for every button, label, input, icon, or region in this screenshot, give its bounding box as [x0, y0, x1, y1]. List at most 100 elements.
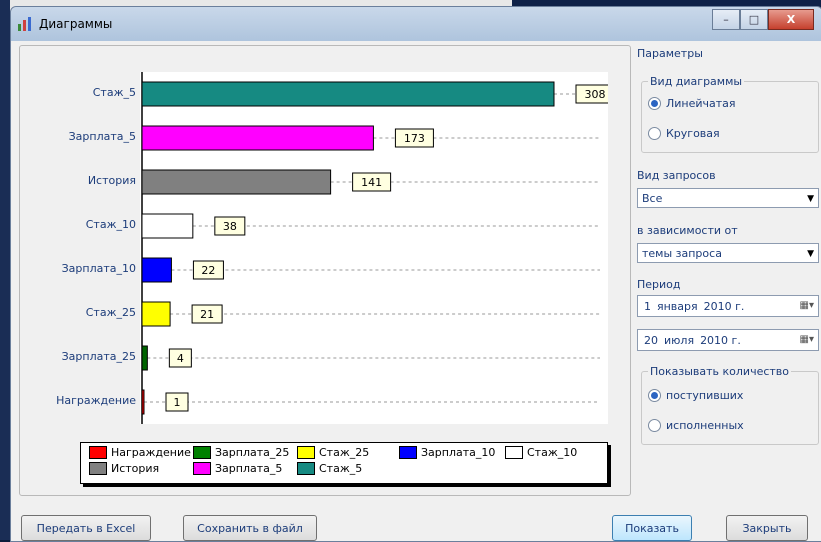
legend-label: Стаж_10 — [527, 446, 578, 459]
date-to-day: 20 — [644, 333, 658, 347]
dialog-client-area: Стаж_5 Зарплата_5 История Стаж_10 Зарплата_1… — [11, 41, 821, 541]
radio-completed-label: исполненных — [666, 419, 744, 432]
bar-История — [141, 169, 332, 195]
chart-type-group: Вид диаграммы Линейчатая Круговая — [641, 75, 819, 153]
chart-app-icon — [18, 17, 31, 31]
radio-bar-chart[interactable]: Линейчатая — [648, 97, 736, 110]
depends-on-value: темы запроса — [642, 246, 722, 260]
save-file-button[interactable]: Сохранить в файл — [183, 515, 317, 541]
bar-Зарплата_5 — [141, 125, 374, 151]
show-count-group: Показывать количество поступивших исполн… — [641, 365, 819, 445]
close-button[interactable]: Закрыть — [726, 515, 808, 541]
data-label: 22 — [201, 264, 215, 277]
bar-Награждение — [141, 389, 145, 415]
date-to-picker[interactable]: 20 июля 2010 г. ▦▾ — [637, 329, 819, 351]
category-label: Стаж_25 — [85, 306, 136, 319]
legend-item: Зарплата_5 — [193, 462, 282, 475]
data-label: 21 — [200, 308, 214, 321]
legend-item: История — [89, 462, 159, 475]
period-label: Период — [637, 278, 681, 291]
radio-selected-icon — [648, 97, 661, 110]
legend-label: Зарплата_25 — [215, 446, 290, 459]
legend-label: История — [111, 462, 160, 475]
radio-bar-label: Линейчатая — [666, 97, 736, 110]
bar-Стаж_25 — [141, 301, 171, 327]
legend-swatch — [297, 462, 315, 475]
title-bar[interactable]: Диаграммы – □ X — [11, 7, 821, 41]
background-window-edge — [0, 0, 10, 540]
radio-received[interactable]: поступивших — [648, 389, 743, 402]
legend-swatch — [193, 446, 211, 459]
legend-label: Стаж_25 — [319, 446, 370, 459]
legend-item: Стаж_10 — [505, 446, 577, 459]
radio-pie-label: Круговая — [666, 127, 720, 140]
radio-selected-icon — [648, 389, 661, 402]
bar-chart: 308 173 141 38 22 21 4 1 — [141, 72, 615, 424]
radio-completed[interactable]: исполненных — [648, 419, 744, 432]
query-type-select[interactable]: Все ▼ — [637, 188, 819, 208]
radio-unselected-icon — [648, 127, 661, 140]
plot-area: 308 173 141 38 22 21 4 1 — [140, 72, 615, 424]
show-count-title: Показывать количество — [648, 365, 792, 378]
parameters-panel: Параметры Вид диаграммы Линейчатая Круго… — [637, 41, 821, 511]
legend-swatch — [399, 446, 417, 459]
legend-label: Стаж_5 — [319, 462, 363, 475]
bar-Зарплата_10 — [141, 257, 172, 283]
radio-unselected-icon — [648, 419, 661, 432]
legend-swatch — [193, 462, 211, 475]
category-label: История — [87, 174, 136, 187]
window-title: Диаграммы — [39, 17, 113, 31]
date-from-picker[interactable]: 1 января 2010 г. ▦▾ — [637, 295, 819, 317]
bar-Зарплата_25 — [141, 345, 148, 371]
bar-Стаж_10 — [141, 213, 194, 239]
radio-pie-chart[interactable]: Круговая — [648, 127, 720, 140]
data-label: 4 — [177, 352, 184, 365]
data-label: 173 — [404, 132, 425, 145]
data-label: 308 — [585, 88, 606, 101]
radio-received-label: поступивших — [666, 389, 744, 402]
legend-item: Зарплата_25 — [193, 446, 289, 459]
maximize-button[interactable]: □ — [740, 9, 768, 30]
category-label: Стаж_10 — [85, 218, 136, 231]
category-label: Награждение — [56, 394, 136, 407]
legend-swatch — [505, 446, 523, 459]
date-from-month: января — [657, 299, 698, 313]
legend-item: Награждение — [89, 446, 191, 459]
legend-item: Зарплата_10 — [399, 446, 495, 459]
chart-legend: Награждение Зарплата_25 Стаж_25 Зарплата_10… — [80, 442, 608, 484]
date-to-year: 2010 г. — [700, 333, 741, 347]
legend-swatch — [89, 446, 107, 459]
close-window-button[interactable]: X — [768, 9, 814, 30]
data-label: 38 — [223, 220, 237, 233]
data-label: 141 — [361, 176, 382, 189]
calendar-dropdown-icon[interactable]: ▦▾ — [800, 300, 814, 311]
chevron-down-icon: ▼ — [807, 194, 814, 204]
query-type-label: Вид запросов — [637, 169, 716, 182]
legend-swatch — [89, 462, 107, 475]
bar-Стаж_5 — [141, 81, 555, 107]
legend-label: Награждение — [111, 446, 191, 459]
data-label: 1 — [174, 396, 181, 409]
legend-swatch — [297, 446, 315, 459]
parameters-heading: Параметры — [637, 47, 703, 60]
legend-label: Зарплата_10 — [421, 446, 496, 459]
chart-type-title: Вид диаграммы — [648, 75, 745, 88]
legend-item: Стаж_25 — [297, 446, 369, 459]
depends-on-select[interactable]: темы запроса ▼ — [637, 243, 819, 263]
category-label: Зарплата_10 — [61, 262, 136, 275]
charts-dialog: Диаграммы – □ X Стаж_5 Зарплата_5 История С… — [10, 6, 821, 542]
export-excel-button[interactable]: Передать в Excel — [21, 515, 151, 541]
query-type-value: Все — [642, 191, 663, 205]
chevron-down-icon: ▼ — [807, 249, 814, 259]
calendar-dropdown-icon[interactable]: ▦▾ — [800, 334, 814, 345]
minimize-button[interactable]: – — [712, 9, 740, 30]
legend-item: Стаж_5 — [297, 462, 362, 475]
date-from-day: 1 — [644, 299, 651, 313]
date-to-month: июля — [664, 333, 695, 347]
depends-on-label: в зависимости от — [637, 224, 738, 237]
date-from-year: 2010 г. — [703, 299, 745, 313]
category-label: Зарплата_25 — [61, 350, 136, 363]
chart-panel: Стаж_5 Зарплата_5 История Стаж_10 Зарплата_1… — [19, 45, 631, 496]
legend-label: Зарплата_5 — [215, 462, 283, 475]
show-button[interactable]: Показать — [612, 515, 692, 541]
